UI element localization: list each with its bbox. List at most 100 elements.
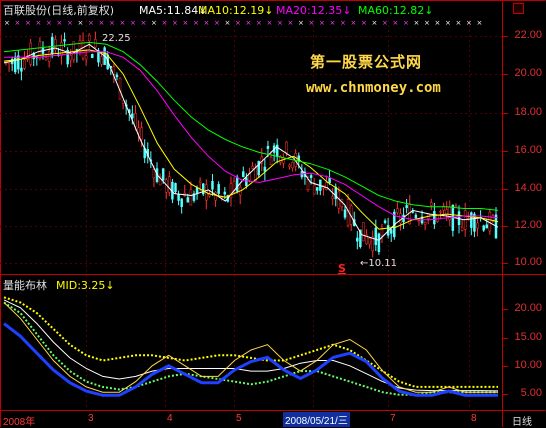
- candle-body: [269, 156, 273, 166]
- candle-body: [100, 56, 103, 65]
- ma20-line: [4, 51, 499, 221]
- candlesticks: [4, 31, 498, 258]
- signal-x-marker: ×: [456, 19, 462, 27]
- candle-body: [454, 205, 458, 207]
- ma20-readout: MA20:12.35↓: [276, 4, 352, 17]
- signal-x-marker: ×: [120, 19, 126, 27]
- volume-line: [3, 302, 498, 393]
- x-axis-label: 5: [236, 413, 242, 424]
- signal-x-marker: ×: [414, 19, 420, 27]
- candle-body: [251, 166, 254, 169]
- indicator-tick: 5.00: [520, 387, 542, 399]
- x-axis-label: 7: [390, 413, 396, 424]
- indicator-lines: [3, 296, 499, 397]
- ma10-readout: MA10:12.19↓: [198, 4, 274, 17]
- price-tick: 18.00: [514, 106, 542, 118]
- candle-body: [482, 225, 485, 231]
- signal-x-marker: ×: [403, 19, 409, 27]
- candle-body: [69, 55, 72, 61]
- candle-body: [411, 211, 415, 213]
- close-window-icon[interactable]: [513, 3, 524, 14]
- candle-body: [312, 184, 316, 195]
- candle-body: [161, 168, 165, 181]
- candle-body: [485, 224, 489, 229]
- signal-x-marker: ×: [36, 19, 42, 27]
- signal-x-marker: ×: [309, 19, 315, 27]
- candle-body: [285, 141, 288, 154]
- ma5-line: [3, 43, 499, 241]
- ma10-line: [3, 49, 499, 230]
- candle-body: [399, 213, 402, 224]
- signal-x-marker: ×: [193, 19, 199, 27]
- candle-body: [174, 183, 177, 193]
- candle-body: [288, 164, 291, 167]
- signal-x-marker: ×: [225, 19, 231, 27]
- candle-body: [414, 214, 418, 219]
- signal-x-marker: ×: [319, 19, 325, 27]
- signal-x-marker: ×: [277, 19, 283, 27]
- stock-chart-window: × × × × × × × × × × × × × × × × × × × × × × × × × × × × × × × × × × × × × × × ×…: [0, 0, 546, 427]
- candle-body: [383, 220, 387, 223]
- signal-x-marker: ×: [466, 19, 472, 27]
- candle-body: [47, 51, 51, 62]
- candle-body: [417, 220, 421, 222]
- signal-x-marker: ×: [351, 19, 357, 27]
- candle-body: [439, 211, 442, 213]
- x-axis-label: 3: [88, 413, 94, 424]
- signal-x-marker: ×: [46, 19, 52, 27]
- x-axis-label: 4: [167, 413, 173, 424]
- candle-body: [460, 226, 464, 231]
- candle-body: [377, 233, 381, 253]
- candle-body: [291, 161, 294, 169]
- candle-body: [223, 191, 227, 195]
- candle-body: [189, 189, 193, 206]
- candle-body: [430, 202, 433, 206]
- low-price-label: ←10.11: [360, 258, 398, 269]
- candle-body: [211, 181, 214, 190]
- candle-body: [309, 175, 313, 178]
- candle-body: [389, 229, 393, 234]
- period-label[interactable]: 日线: [512, 413, 532, 428]
- candle-body: [180, 198, 183, 207]
- candle-body: [217, 184, 220, 194]
- candle-body: [433, 211, 436, 225]
- candle-body: [282, 157, 285, 164]
- signal-x-marker: ×: [256, 19, 262, 27]
- candle-body: [50, 36, 54, 54]
- signal-x-marker: ×: [267, 19, 273, 27]
- candle-body: [29, 42, 32, 65]
- signal-x-marker: ×: [288, 19, 294, 27]
- candle-body: [63, 39, 66, 42]
- candle-body: [266, 145, 270, 149]
- candle-body: [13, 56, 17, 73]
- signal-x-marker: ×: [435, 19, 441, 27]
- indicator-tick: 15.00: [514, 331, 542, 343]
- watermark-url: www.chnmoney.com: [306, 80, 441, 96]
- candle-body: [87, 35, 91, 42]
- signal-x-marker: ×: [340, 19, 346, 27]
- signal-x-marker: ×: [99, 19, 105, 27]
- candle-body: [263, 166, 267, 172]
- signal-x-marker: ×: [109, 19, 115, 27]
- candle-body: [235, 176, 239, 192]
- signal-x-marker: ×: [424, 19, 430, 27]
- signal-x-marker: ×: [130, 19, 136, 27]
- candle-body: [245, 177, 248, 186]
- candle-body: [152, 169, 156, 179]
- candle-body: [44, 57, 48, 61]
- signal-x-marker: ×: [330, 19, 336, 27]
- stock-title: 百联股份(日线,前复权): [3, 4, 115, 17]
- candle-body: [470, 212, 473, 228]
- price-tick: 14.00: [514, 182, 542, 194]
- candle-body: [405, 205, 408, 208]
- signal-x-marker: ×: [393, 19, 399, 27]
- candle-body: [214, 191, 217, 201]
- signal-x-marker: ×: [172, 19, 178, 27]
- x-axis-label: 8: [471, 413, 477, 424]
- candle-body: [91, 54, 94, 59]
- candle-body: [20, 67, 23, 72]
- watermark-title: 第一股票公式网: [310, 53, 423, 71]
- candle-body: [476, 222, 479, 229]
- candle-body: [201, 183, 205, 195]
- signal-x-marker: ×: [88, 19, 94, 27]
